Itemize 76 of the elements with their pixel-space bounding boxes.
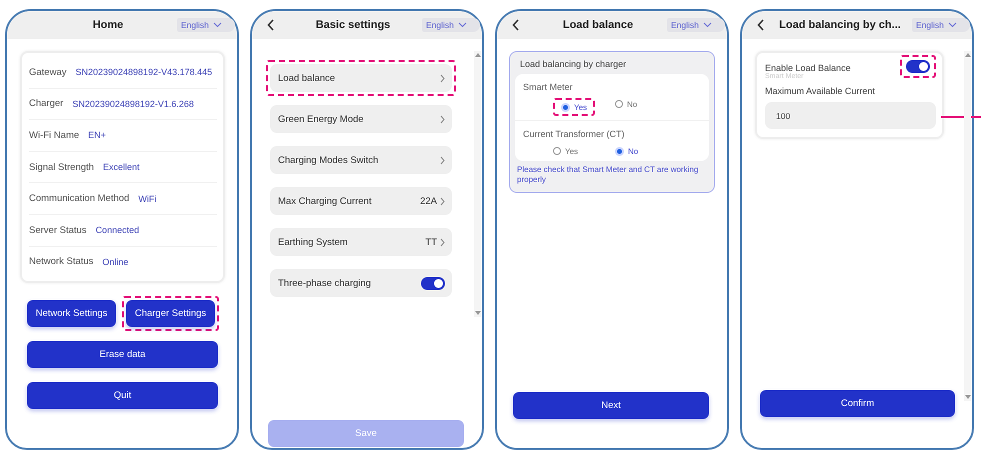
screen-title: Home [92,19,124,31]
settings-row[interactable]: Load balance [270,64,452,92]
screen-title: Basic settings [314,19,392,31]
info-label: Charger [29,98,64,110]
radio-option[interactable]: No [615,98,638,110]
scroll-down-icon [964,395,970,399]
row-label: Green Energy Mode [278,114,364,124]
info-value: Excellent [102,162,140,172]
scroll-down-icon [474,311,480,315]
back-icon [512,19,519,31]
settings-row[interactable]: Charging Modes Switch [270,146,452,174]
action-button[interactable]: Charger Settings [126,300,215,328]
question-label: Smart Meter [523,81,574,94]
info-value: WiFi [138,194,156,204]
radio-option[interactable]: Yes [561,101,588,113]
language-dropdown[interactable]: English [912,18,970,32]
toggle-switch[interactable] [906,60,930,73]
toggle-switch[interactable] [421,276,445,290]
info-value: SN20239024898192-V43.178.445 [76,67,212,78]
chevron-right-icon [440,74,445,82]
row-value: TT [425,236,437,248]
chevron-down-icon [212,22,222,28]
scroll-up-icon [964,53,970,57]
chevron-right-icon [440,238,445,246]
screen-title: Load balance [562,19,634,31]
toggle-label: Enable Load Balance [765,63,851,73]
row-value: 22A [420,196,437,206]
info-label: Signal Strength [29,162,94,173]
settings-row[interactable]: Max Charging Current 22A [270,187,452,215]
scrollbar[interactable] [964,51,971,401]
radio-option[interactable]: No [615,145,638,157]
input-field[interactable]: 100 [765,102,936,129]
primary-button[interactable]: Next [513,392,709,419]
back-icon [757,19,764,31]
chevron-right-icon [440,156,445,164]
action-button[interactable]: Erase data [27,341,218,368]
info-value: SN20239024898192-V1.6.268 [72,98,194,109]
radio-option[interactable]: Yes [553,145,578,157]
chevron-down-icon [948,22,957,28]
action-button[interactable]: Quit [27,382,218,410]
row-label: Max Charging Current [278,196,372,206]
settings-row[interactable]: Three-phase charging [270,269,452,297]
info-label: Server Status [29,224,87,236]
info-label: Communication Method [29,193,130,204]
chevron-down-icon [702,22,712,28]
chevron-right-icon [440,196,445,206]
settings-row[interactable]: Green Energy Mode [270,105,452,133]
back-button[interactable] [512,19,519,31]
info-label: Wi-Fi Name [29,130,80,141]
warning-note: Please check that Smart Meter and CT are working properly [516,164,700,186]
back-button[interactable] [267,19,274,31]
scroll-up-icon [474,53,480,57]
row-label: Three-phase charging [278,278,371,288]
scrollbar[interactable] [474,51,481,317]
info-value: EN+ [88,130,106,140]
chevron-down-icon [458,22,467,28]
question-label: Current Transformer (CT) [523,128,626,141]
screen-title: Load balancing by ch... [778,19,902,31]
info-value: Online [102,256,128,267]
language-dropdown[interactable]: English [177,18,235,32]
chevron-right-icon [440,114,445,124]
language-dropdown[interactable]: English [667,18,725,32]
row-label: Load balance [278,72,336,84]
primary-button[interactable]: Confirm [760,390,955,417]
back-icon [267,19,274,31]
settings-row[interactable]: Earthing System TT [270,228,452,256]
info-label: Network Status [29,256,94,268]
info-label: Gateway [29,66,66,78]
group-title: Load balancing by charger [519,58,628,71]
row-label: Earthing System [278,236,348,248]
field-label: Maximum Available Current [765,86,876,96]
language-dropdown[interactable]: English [422,18,480,32]
info-value: Connected [96,225,140,236]
row-label: Charging Modes Switch [278,154,378,166]
action-button[interactable]: Network Settings [27,300,116,328]
back-button[interactable] [757,19,764,31]
